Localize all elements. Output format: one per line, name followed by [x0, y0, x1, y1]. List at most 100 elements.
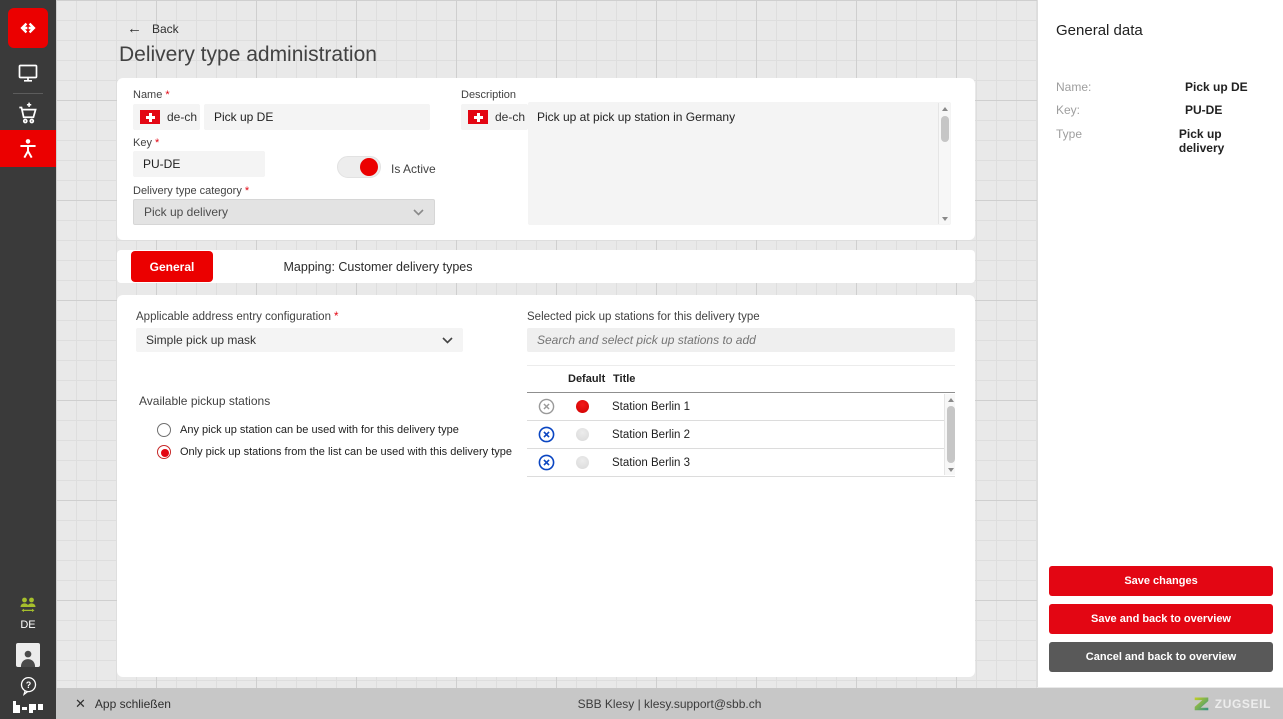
cart-plus-icon [15, 101, 41, 127]
field-label: Key: [1056, 103, 1185, 117]
close-app-label: App schließen [95, 697, 171, 711]
field-value: Pick up delivery [1179, 127, 1266, 155]
table-row: Station Berlin 3 [527, 449, 955, 477]
scroll-up-arrow[interactable] [939, 103, 951, 114]
panel-field-type: Type Pick up delivery [1056, 127, 1266, 155]
key-input[interactable] [133, 151, 265, 177]
tab-general[interactable]: General [131, 251, 213, 282]
field-label: Type [1056, 127, 1179, 155]
description-scrollbar[interactable] [938, 103, 950, 224]
app-window: DE ? [0, 0, 1283, 719]
tab-mapping-customer-delivery-types[interactable]: Mapping: Customer delivery types [213, 251, 543, 282]
help-icon: ? [18, 675, 39, 696]
radio-only-list-stations[interactable]: Only pick up stations from the list can … [157, 445, 512, 459]
sidebar-item-monitor[interactable] [0, 58, 56, 88]
name-input[interactable] [204, 104, 430, 130]
back-arrow-icon: ← [127, 21, 142, 36]
table-body: Station Berlin 1 Station Berlin 2 [527, 393, 955, 477]
description-textarea[interactable]: Pick up at pick up station in Germany [528, 102, 951, 225]
accessibility-person-icon [15, 136, 41, 162]
required-marker: * [334, 311, 338, 323]
monitor-icon [16, 61, 40, 85]
column-header-title: Title [613, 373, 635, 385]
name-locale-badge: de-ch [133, 104, 200, 130]
selected-stations-label: Selected pick up stations for this deliv… [527, 311, 760, 323]
scrollbar-thumb[interactable] [941, 116, 949, 142]
key-label: Key* [133, 137, 159, 149]
back-label: Back [152, 22, 179, 36]
is-active-toggle[interactable] [337, 156, 381, 178]
is-active-label: Is Active [391, 162, 436, 176]
cancel-and-back-button[interactable]: Cancel and back to overview [1049, 642, 1273, 672]
required-marker: * [245, 185, 249, 197]
save-and-back-button[interactable]: Save and back to overview [1049, 604, 1273, 634]
field-value: Pick up DE [1185, 80, 1248, 94]
required-marker: * [165, 89, 169, 101]
description-label: Description [461, 89, 516, 101]
panel-title: General data [1056, 22, 1143, 39]
category-label: Delivery type category* [133, 185, 249, 197]
table-scrollbar[interactable] [944, 394, 955, 475]
default-station-toggle-off[interactable] [576, 428, 589, 441]
page-title: Delivery type administration [119, 43, 377, 67]
remove-station-icon[interactable] [537, 426, 555, 444]
station-title: Station Berlin 1 [612, 401, 690, 413]
general-data-panel: General data Name: Pick up DE Key: PU-DE… [1037, 0, 1283, 687]
field-label: Name: [1056, 80, 1185, 94]
remove-station-icon[interactable] [537, 398, 555, 416]
name-label: Name* [133, 89, 170, 101]
radio-only-list-stations-label: Only pick up stations from the list can … [180, 446, 512, 458]
station-search-input[interactable] [527, 328, 955, 352]
category-select[interactable]: Pick up delivery [133, 199, 435, 225]
column-header-default: Default [568, 373, 613, 385]
zugseil-brand: ZUGSEIL [1193, 695, 1271, 712]
back-button[interactable]: ← Back [127, 21, 179, 36]
company-blocks-logo [0, 698, 56, 716]
category-select-value: Pick up delivery [144, 205, 228, 219]
sidebar-divider [13, 93, 43, 94]
scroll-down-arrow[interactable] [939, 213, 951, 224]
chevron-down-icon [442, 337, 453, 344]
sidebar-item-cart[interactable] [0, 99, 56, 129]
language-indicator[interactable]: DE [0, 619, 56, 631]
default-station-toggle-on[interactable] [576, 400, 589, 413]
zugseil-z-icon [1193, 695, 1210, 712]
sidebar: DE ? [0, 0, 56, 719]
swiss-flag-icon [468, 110, 488, 124]
remove-station-icon[interactable] [537, 454, 555, 472]
user-avatar[interactable] [16, 643, 40, 667]
table-row: Station Berlin 2 [527, 421, 955, 449]
radio-any-station[interactable]: Any pick up station can be used with for… [157, 423, 459, 437]
sidebar-item-accessibility[interactable] [0, 130, 56, 167]
toggle-knob [360, 158, 378, 176]
sidebar-item-user-group[interactable] [0, 592, 56, 618]
description-locale-label: de-ch [495, 110, 525, 124]
save-changes-button[interactable]: Save changes [1049, 566, 1273, 596]
address-config-select[interactable]: Simple pick up mask [136, 328, 463, 352]
session-info: SBB Klesy | klesy.support@sbb.ch [56, 697, 1283, 711]
radio-any-station-label: Any pick up station can be used with for… [180, 424, 459, 436]
swiss-flag-icon [140, 110, 160, 124]
svg-text:?: ? [25, 679, 30, 689]
close-app-button[interactable]: ✕ App schließen [75, 696, 171, 712]
delivery-type-form-card: Name* de-ch Description de-ch Pick up at… [117, 78, 975, 240]
tab-bar: General Mapping: Customer delivery types [117, 250, 975, 283]
scroll-up-arrow[interactable] [945, 394, 957, 405]
field-value: PU-DE [1185, 103, 1222, 117]
scroll-down-arrow[interactable] [945, 464, 957, 475]
radio-selected-icon [157, 445, 171, 459]
address-config-value: Simple pick up mask [146, 333, 256, 347]
general-tab-content-card: Applicable address entry configuration* … [117, 295, 975, 677]
selected-stations-table: Default Title Station Berlin 1 [527, 365, 955, 477]
table-header-row: Default Title [527, 366, 955, 393]
avatar-person-icon [18, 647, 38, 667]
scrollbar-thumb[interactable] [947, 406, 955, 463]
sbb-logo[interactable] [8, 8, 48, 48]
description-textarea-wrap: Pick up at pick up station in Germany [528, 102, 951, 225]
default-station-toggle-off[interactable] [576, 456, 589, 469]
footer-bar: ✕ App schließen SBB Klesy | klesy.suppor… [56, 688, 1283, 719]
table-row: Station Berlin 1 [527, 393, 955, 421]
available-stations-label: Available pickup stations [139, 394, 270, 408]
sidebar-item-help[interactable]: ? [0, 673, 56, 697]
zugseil-wordmark: ZUGSEIL [1215, 697, 1271, 711]
